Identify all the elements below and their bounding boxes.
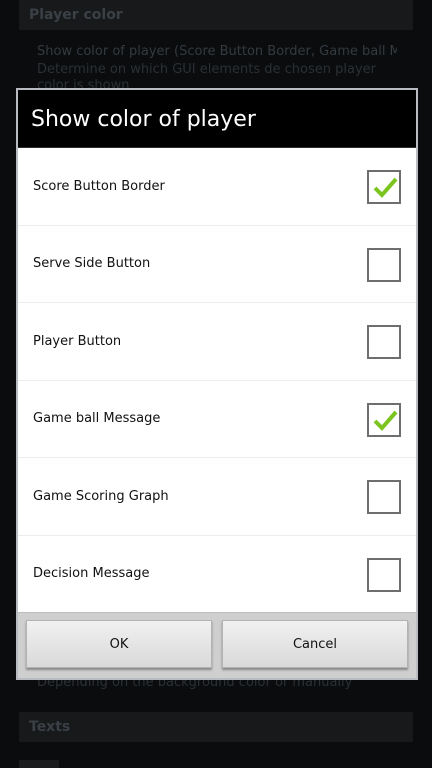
pref-title: Show color of player (Score Button Borde… — [37, 44, 397, 59]
checkbox[interactable] — [367, 170, 401, 204]
option-decision-message[interactable]: Decision Message — [18, 535, 416, 613]
dialog-button-bar: OK Cancel — [18, 612, 416, 678]
section-header-player-color: Player color — [19, 0, 413, 30]
option-label: Game ball Message — [33, 411, 161, 427]
cancel-button[interactable]: Cancel — [222, 620, 408, 668]
show-color-dialog: Show color of player Score Button Border… — [16, 88, 418, 680]
checkbox[interactable] — [367, 480, 401, 514]
checkbox[interactable] — [367, 247, 401, 282]
checkmark-icon — [373, 410, 398, 431]
option-label: Game Scoring Graph — [33, 488, 169, 504]
option-serve-side-button[interactable]: Serve Side Button — [18, 225, 416, 303]
options-list: Score Button Border Serve Side Button Pl… — [18, 148, 416, 613]
option-label: Serve Side Button — [33, 256, 151, 272]
option-label: Player Button — [33, 333, 122, 349]
option-score-button-border[interactable]: Score Button Border — [18, 148, 416, 226]
checkmark-icon — [373, 177, 398, 198]
section-header-texts: Texts — [19, 712, 413, 742]
checkbox[interactable] — [367, 325, 401, 359]
option-game-ball-message[interactable]: Game ball Message — [18, 380, 416, 458]
ok-button[interactable]: OK — [26, 620, 212, 668]
checkbox[interactable] — [367, 557, 401, 592]
checkbox[interactable] — [367, 402, 401, 437]
bottom-fragment — [19, 760, 59, 768]
option-label: Score Button Border — [33, 178, 165, 194]
dialog-title: Show color of player — [18, 90, 416, 148]
option-label: Decision Message — [33, 566, 150, 582]
option-game-scoring-graph[interactable]: Game Scoring Graph — [18, 458, 416, 536]
option-player-button[interactable]: Player Button — [18, 303, 416, 381]
